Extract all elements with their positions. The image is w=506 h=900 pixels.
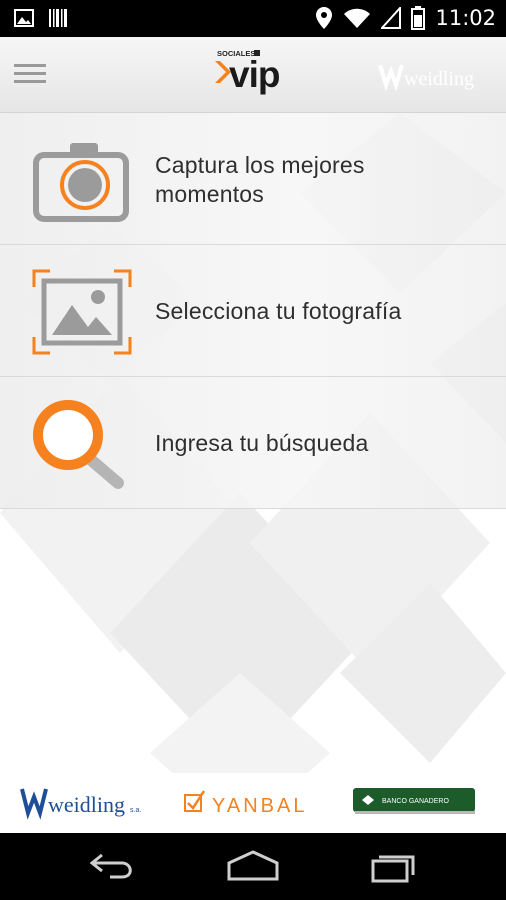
sociales-vip-logo: SOCIALES vip bbox=[215, 49, 281, 95]
weidling-logo: weidling s.a. bbox=[20, 788, 141, 820]
menu-label-search: Ingresa tu búsqueda bbox=[155, 430, 369, 456]
banco-ganadero-text: BANCO GANADERO bbox=[382, 798, 449, 805]
yanbal-logo: YANBAL bbox=[184, 790, 307, 817]
weidling-text: weidling bbox=[48, 792, 125, 817]
status-bar: 11:02 bbox=[0, 0, 506, 37]
menu-label-select-photo: Selecciona tu fotografía bbox=[155, 298, 402, 324]
weidling-logo-top: weidling bbox=[378, 64, 474, 91]
barcode-icon bbox=[49, 9, 67, 27]
home-icon[interactable] bbox=[226, 849, 280, 883]
location-icon bbox=[316, 7, 333, 29]
back-icon[interactable] bbox=[88, 849, 138, 883]
menu-label-capture: Captura los mejores momentos bbox=[155, 152, 365, 207]
signal-icon bbox=[381, 7, 402, 29]
battery-icon bbox=[411, 6, 426, 30]
yanbal-text: YANBAL bbox=[212, 795, 307, 817]
clock: 11:02 bbox=[435, 6, 496, 30]
partner-top-text: weidling bbox=[404, 68, 474, 90]
wifi-icon bbox=[344, 8, 371, 28]
sponsors-bar: weidling s.a. YANBAL BANCO GANADERO bbox=[0, 773, 506, 833]
image-frame-icon bbox=[32, 269, 132, 355]
menu-item-capture[interactable]: Captura los mejores momentos bbox=[0, 113, 506, 245]
banco-ganadero-logo: BANCO GANADERO bbox=[353, 788, 475, 814]
image-icon bbox=[14, 9, 34, 27]
weidling-suffix-text: s.a. bbox=[130, 807, 141, 814]
app-bar: SOCIALES vip weidling bbox=[0, 37, 506, 113]
search-icon bbox=[33, 400, 124, 489]
recents-icon[interactable] bbox=[370, 849, 420, 883]
hamburger-icon[interactable] bbox=[14, 64, 46, 86]
menu-item-select-photo[interactable]: Selecciona tu fotografía bbox=[0, 245, 506, 377]
logo-main-text: vip bbox=[229, 54, 280, 95]
menu-item-search[interactable]: Ingresa tu búsqueda bbox=[0, 377, 506, 509]
camera-icon bbox=[33, 143, 129, 222]
navigation-bar bbox=[0, 833, 506, 900]
